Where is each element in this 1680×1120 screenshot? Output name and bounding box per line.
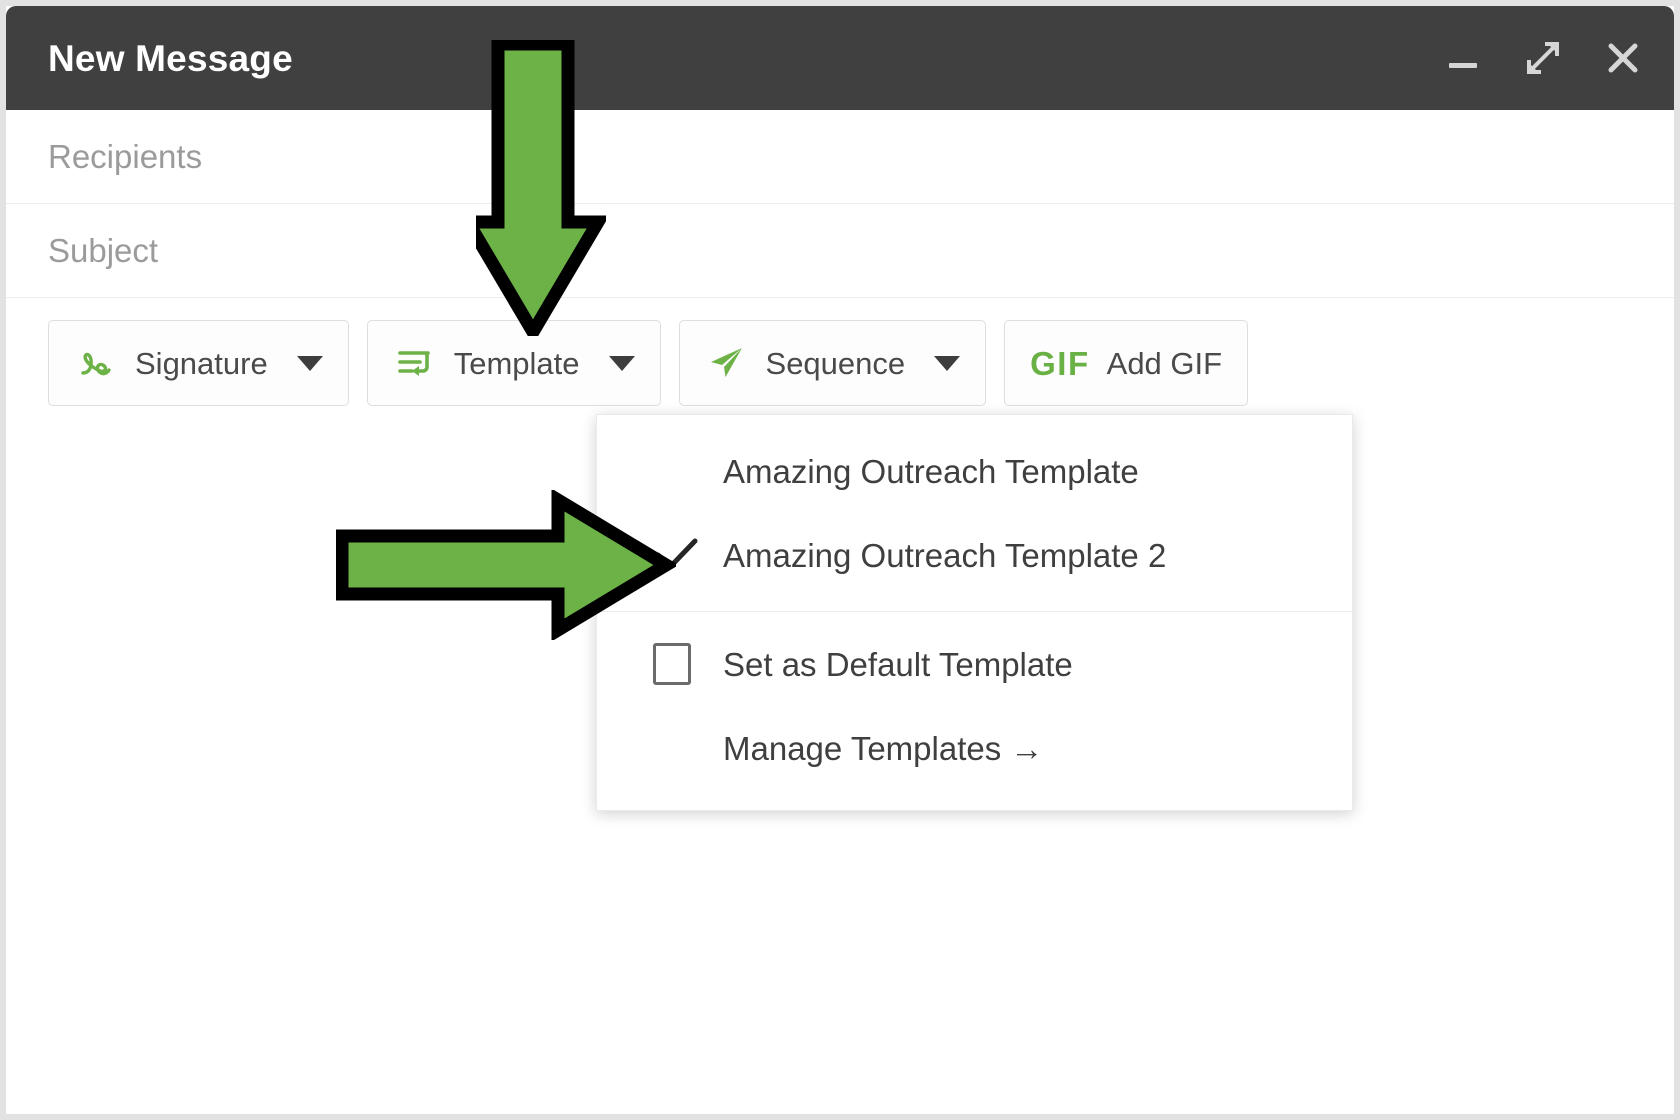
- signature-icon: [74, 341, 118, 385]
- app-frame: New Message Recipients Subject Signature…: [0, 0, 1680, 1120]
- page-title: New Message: [48, 37, 293, 79]
- recipients-field[interactable]: Recipients: [6, 110, 1674, 204]
- window-controls: [1440, 35, 1646, 81]
- chevron-down-icon: [296, 355, 323, 371]
- recipients-placeholder: Recipients: [48, 138, 203, 175]
- sequence-button-label: Sequence: [765, 345, 906, 381]
- sequence-button[interactable]: Sequence: [678, 320, 987, 406]
- signature-button-label: Signature: [135, 345, 268, 381]
- template-dropdown-menu: Amazing Outreach Template Amazing Outrea…: [596, 414, 1353, 811]
- compose-toolbar: Signature Template Sequence GIF Add GIF: [6, 298, 1674, 406]
- menu-item-set-default-template[interactable]: Set as Default Template: [597, 622, 1352, 706]
- menu-item-label: Amazing Outreach Template: [723, 452, 1139, 490]
- minimize-button[interactable]: [1440, 35, 1486, 81]
- chevron-down-icon: [608, 355, 635, 371]
- compose-window: New Message Recipients Subject Signature…: [6, 6, 1674, 1114]
- template-button[interactable]: Template: [366, 320, 661, 406]
- close-icon: [1602, 37, 1644, 79]
- menu-item-label: Amazing Outreach Template 2: [723, 536, 1167, 574]
- minimize-icon: [1443, 38, 1483, 78]
- chevron-down-icon: [934, 355, 961, 371]
- add-gif-button-label: Add GIF: [1106, 345, 1223, 381]
- checkbox-slot: [653, 643, 723, 685]
- subject-field[interactable]: Subject: [6, 204, 1674, 298]
- close-button[interactable]: [1600, 35, 1646, 81]
- menu-item-template-1[interactable]: Amazing Outreach Template: [597, 429, 1352, 513]
- menu-item-label: Manage Templates →: [723, 729, 1044, 767]
- signature-button[interactable]: Signature: [48, 320, 349, 406]
- paper-plane-icon: [705, 341, 749, 385]
- menu-divider: [597, 611, 1352, 612]
- set-default-checkbox[interactable]: [653, 643, 691, 685]
- menu-item-template-2[interactable]: Amazing Outreach Template 2: [597, 513, 1352, 597]
- subject-placeholder: Subject: [48, 232, 159, 269]
- add-gif-button[interactable]: GIF Add GIF: [1004, 320, 1249, 406]
- template-icon: [393, 341, 437, 385]
- checkmark-icon: [653, 535, 723, 575]
- menu-item-manage-templates[interactable]: Manage Templates →: [597, 706, 1352, 790]
- expand-icon: [1521, 36, 1565, 80]
- gif-icon: GIF: [1030, 344, 1090, 382]
- expand-button[interactable]: [1520, 35, 1566, 81]
- template-button-label: Template: [453, 345, 580, 381]
- menu-item-label: Set as Default Template: [723, 645, 1073, 683]
- window-title-bar: New Message: [6, 6, 1674, 110]
